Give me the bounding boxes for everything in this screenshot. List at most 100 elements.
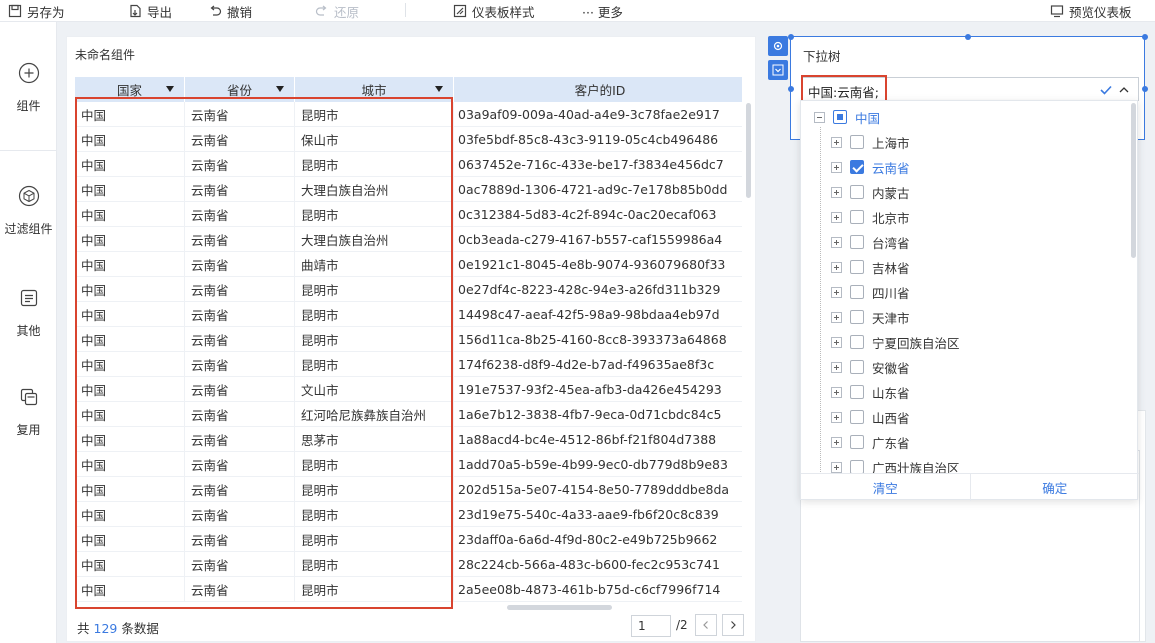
save-as-button[interactable]: 另存为 [8,3,65,20]
tree-checkbox[interactable] [850,435,864,449]
tree-checkbox[interactable] [850,310,864,324]
tree-checkbox[interactable] [850,410,864,424]
expand-toggle-icon[interactable] [831,336,842,348]
table-row[interactable]: 中国 云南省 曲靖市 0e1921c1-8045-4e8b-9074-93607968… [75,252,742,277]
confirm-button[interactable]: 确定 [969,474,1140,501]
column-header-province[interactable]: 省份 [185,77,295,102]
tree-checkbox[interactable] [850,160,864,174]
expand-toggle-icon[interactable] [831,361,842,373]
tree-checkbox[interactable] [850,285,864,299]
sidebar-item-reuse[interactable]: 复用 [0,386,57,438]
table-row[interactable]: 中国 云南省 昆明市 23d19e75-540c-4a33-aae9-fb6f20c8… [75,502,742,527]
tree-node[interactable]: 内蒙古 [831,182,910,202]
table-row[interactable]: 中国 云南省 大理白族自治州 0ac7889d-1306-4721-ad9c-7e17… [75,177,742,202]
expand-toggle-icon[interactable] [831,411,842,423]
sort-caret-icon[interactable] [276,86,284,92]
chevron-up-icon[interactable] [1118,84,1130,96]
tree-node[interactable]: 云南省 [831,157,910,177]
tree-scrollbar[interactable] [1131,103,1136,258]
tree-node[interactable]: 上海市 [831,132,910,152]
table-row[interactable]: 中国 云南省 思茅市 1a88acd4-bc4e-4512-86bf-f21f804d… [75,427,742,452]
column-header-city[interactable]: 城市 [295,77,454,102]
tree-checkbox[interactable] [850,210,864,224]
tree-checkbox[interactable] [850,385,864,399]
table-row[interactable]: 中国 云南省 昆明市 174f6238-d8f9-4d2e-b7ad-f49635ae… [75,352,742,377]
expand-toggle-icon[interactable] [831,186,842,198]
table-row[interactable]: 中国 云南省 昆明市 14498c47-aeaf-42f5-98a9-98bdaa4e… [75,302,742,327]
resize-handle[interactable] [788,34,794,40]
tree-node[interactable]: 安徽省 [831,357,910,377]
tree-node[interactable]: 广东省 [831,432,910,452]
resize-handle[interactable] [1142,86,1148,92]
table-row[interactable]: 中国 云南省 昆明市 28c224cb-566a-483c-b600-fec2c953… [75,552,742,577]
dashboard-style-button[interactable]: 仪表板样式 [453,3,535,20]
table-row[interactable]: 中国 云南省 昆明市 202d515a-5e07-4154-8e50-7789dddb… [75,477,742,502]
tree-node[interactable]: 北京市 [831,207,910,227]
tree-checkbox[interactable] [850,335,864,349]
expand-toggle-icon[interactable] [831,386,842,398]
expand-toggle-icon[interactable] [831,161,842,173]
tree-checkbox[interactable] [850,360,864,374]
table-row[interactable]: 中国 云南省 保山市 03fe5bdf-85c8-43c3-9119-05c4cb49… [75,127,742,152]
tree-checkbox[interactable] [850,260,864,274]
tree-node[interactable]: 山西省 [831,407,910,427]
tree-checkbox[interactable] [850,460,864,473]
page-number-input[interactable]: 1 [631,615,671,637]
sort-caret-icon[interactable] [435,86,443,92]
expand-toggle-icon[interactable] [831,436,842,448]
tree-node-root[interactable]: 中国 [814,107,880,127]
table-row[interactable]: 中国 云南省 昆明市 2a5ee08b-4873-461b-b75d-c6cf7996… [75,577,742,602]
expand-toggle-icon[interactable] [831,311,842,323]
table-vertical-scrollbar[interactable] [746,103,751,198]
table-widget[interactable]: 未命名组件 国家 省份 城市 客户的ID 中国 云南省 昆明市 03a9af09-00… [66,36,756,642]
table-row[interactable]: 中国 云南省 昆明市 23daff0a-6a6d-4f9d-80c2-e49b725b… [75,527,742,552]
table-row[interactable]: 中国 云南省 昆明市 0c312384-5d83-4c2f-894c-0ac20eca… [75,202,742,227]
expand-toggle-icon[interactable] [831,461,842,473]
preview-dashboard-button[interactable]: 预览仪表板 [1050,3,1132,20]
export-button[interactable]: 导出 [128,3,172,20]
sidebar-item-components[interactable]: 组件 [0,62,57,114]
table-row[interactable]: 中国 云南省 红河哈尼族彝族自治州 1a6e7b12-3838-4fb7-9eca-0… [75,402,742,427]
resize-handle[interactable] [788,86,794,92]
expand-toggle-icon[interactable] [831,261,842,273]
resize-handle[interactable] [1142,34,1148,40]
table-row[interactable]: 中国 云南省 文山市 191e7537-93f2-45ea-afb3-da426e45… [75,377,742,402]
table-row[interactable]: 中国 云南省 昆明市 03a9af09-009a-40ad-a4e9-3c78fae2… [75,102,742,127]
column-header-country[interactable]: 国家 [75,77,185,102]
table-row[interactable]: 中国 云南省 昆明市 0637452e-716c-433e-be17-f3834e45… [75,152,742,177]
resize-handle[interactable] [965,34,971,40]
tree-node[interactable]: 台湾省 [831,232,910,252]
undo-button[interactable]: 撤销 [208,3,252,20]
redo-button[interactable]: 还原 [315,3,359,20]
table-horizontal-scrollbar[interactable] [507,605,612,610]
tree-checkbox[interactable] [850,135,864,149]
collapse-toggle-icon[interactable] [814,111,825,123]
expand-toggle-icon[interactable] [831,211,842,223]
expand-toggle-icon[interactable] [831,236,842,248]
next-page-button[interactable] [722,614,744,636]
tree-node[interactable]: 四川省 [831,282,910,302]
table-row[interactable]: 中国 云南省 大理白族自治州 0cb3eada-c279-4167-b557-caf1… [75,227,742,252]
tree-node[interactable]: 天津市 [831,307,910,327]
clear-button[interactable]: 清空 [801,474,970,501]
tree-checkbox[interactable] [850,235,864,249]
sidebar-item-other[interactable]: 其他 [0,287,57,339]
tree-node[interactable]: 吉林省 [831,257,910,277]
prev-page-button[interactable] [695,614,717,636]
tree-node[interactable]: 宁夏回族自治区 [831,332,960,352]
collapse-button[interactable] [768,60,788,80]
more-button[interactable]: ··· 更多 [582,3,623,20]
table-row[interactable]: 中国 云南省 昆明市 1add70a5-b59e-4b99-9ec0-db779d8b… [75,452,742,477]
table-row[interactable]: 中国 云南省 昆明市 156d11ca-8b25-4160-8cc8-393373a6… [75,327,742,352]
sort-caret-icon[interactable] [166,86,174,92]
settings-button[interactable] [768,36,788,56]
tree-node[interactable]: 广西壮族自治区 [831,457,960,473]
sidebar-item-filter-components[interactable]: 过滤组件 [0,185,57,237]
partial-checkbox[interactable] [833,110,847,124]
tree-checkbox[interactable] [850,185,864,199]
expand-toggle-icon[interactable] [831,286,842,298]
tree-node[interactable]: 山东省 [831,382,910,402]
column-header-customer-id[interactable]: 客户的ID [454,77,742,102]
expand-toggle-icon[interactable] [831,136,842,148]
table-row[interactable]: 中国 云南省 昆明市 0e27df4c-8223-428c-94e3-a26fd311… [75,277,742,302]
